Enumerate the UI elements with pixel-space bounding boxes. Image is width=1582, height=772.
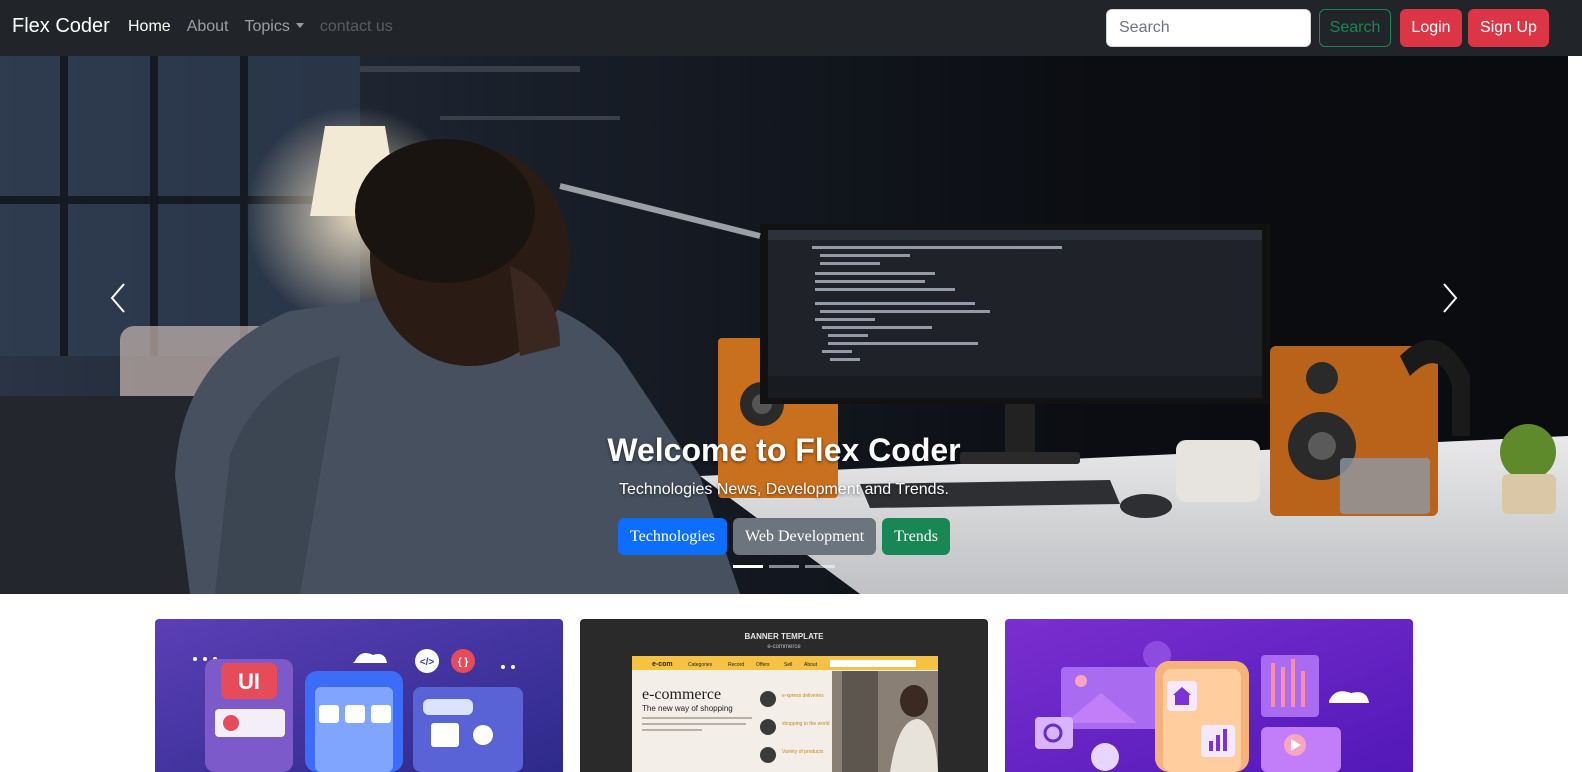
braces-badge-text: { } [458,657,469,668]
ecom-menu-5: About [804,662,818,668]
web-development-button[interactable]: Web Development [733,518,877,555]
carousel-next-button[interactable] [1430,278,1470,318]
ecom-feature-2: shopping to the world [782,721,830,727]
top-navbar: Flex Coder Home About Topics contact us … [0,0,1582,56]
mobile-app-dev-illustration [1005,619,1413,772]
nav-link-topics[interactable]: Topics [245,18,304,36]
brand-logo[interactable]: Flex Coder [12,15,110,38]
ecom-feature-3: Variety of products [782,749,824,755]
ecom-feature-1: e-xpress deliveries [782,693,824,699]
page-scrollbar-track [1568,56,1582,772]
ui-design-illustration: UI </> { } [155,619,563,772]
card-ui-design[interactable]: UI </> { } [155,619,563,772]
card-ecommerce[interactable]: BANNER TEMPLATE e-commerce e-com Categor… [580,619,988,772]
carousel-buttons: Technologies Web Development Trends [0,518,1568,555]
chevron-right-icon [1443,283,1458,313]
carousel-title: Welcome to Flex Coder [607,432,961,468]
hero-slide-image [0,56,1568,594]
ecom-tagline: The new way of shopping [642,704,733,713]
nav-link-home[interactable]: Home [128,18,171,36]
carousel-subtitle: Technologies News, Development and Trend… [619,481,949,498]
search-button[interactable]: Search [1319,9,1391,47]
caret-down-icon [295,23,304,28]
ecom-menu-1: Categories [688,662,713,668]
chevron-left-icon [110,283,125,313]
nav-links: Home About Topics contact us [128,18,393,36]
ui-badge-text: UI [238,669,260,694]
banner-template-subtitle: e-commerce [767,644,801,650]
ecommerce-banner-template: BANNER TEMPLATE e-commerce e-com Categor… [580,619,988,772]
ecom-menu-3: Offers [756,662,770,668]
carousel-indicator-3[interactable] [805,565,835,568]
nav-link-topics-label: Topics [244,18,290,35]
carousel-indicator-2[interactable] [769,565,799,568]
technologies-button[interactable]: Technologies [617,518,728,555]
trends-button[interactable]: Trends [882,518,951,555]
ecom-headline: e-commerce [642,686,721,703]
ecom-menu-4: Sell [784,662,792,668]
nav-link-about[interactable]: About [187,18,229,36]
signup-button[interactable]: Sign Up [1468,9,1549,47]
hero-carousel: Welcome to Flex Coder Technologies News,… [0,56,1568,594]
carousel-prev-button[interactable] [98,278,138,318]
ecom-logo: e-com [652,661,673,668]
carousel-indicator-1[interactable] [733,565,763,568]
search-input[interactable] [1106,9,1311,47]
login-button[interactable]: Login [1400,9,1462,47]
ecom-menu-2: Record [728,662,744,668]
card-app-development[interactable] [1005,619,1413,772]
banner-template-title: BANNER TEMPLATE [745,632,825,641]
carousel-indicators [0,565,1568,568]
code-badge-text: </> [420,657,435,668]
nav-link-contact[interactable]: contact us [320,18,393,36]
